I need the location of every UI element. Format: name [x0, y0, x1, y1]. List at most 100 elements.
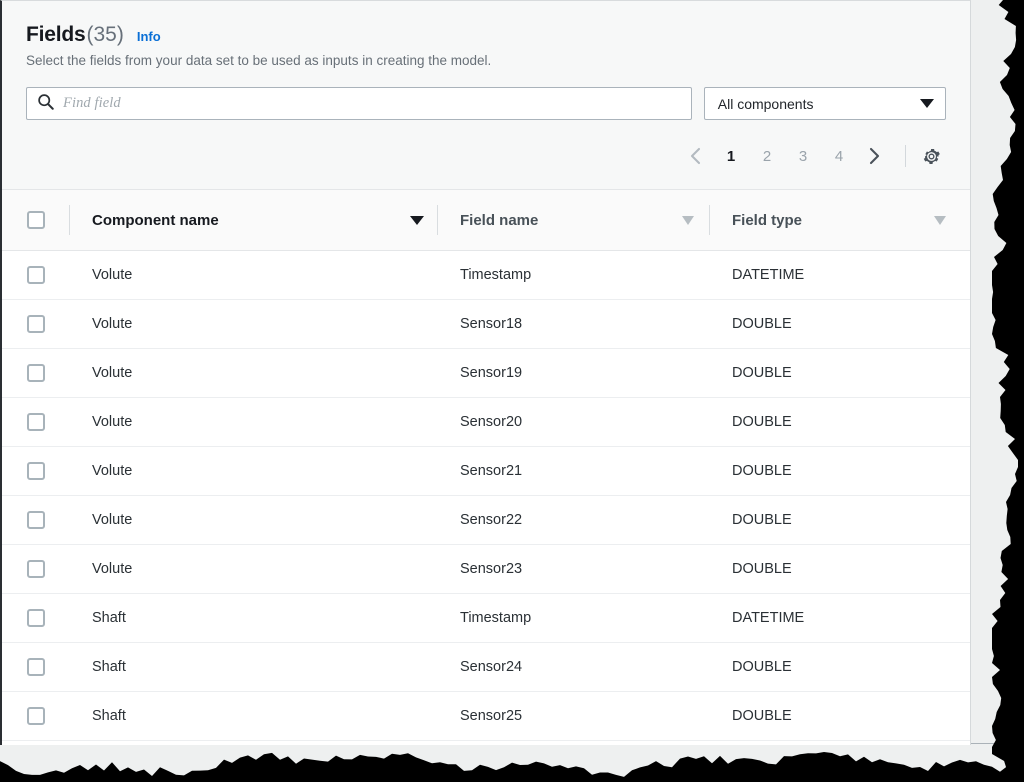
row-select-cell	[2, 707, 70, 725]
search-input-wrapper[interactable]: Find field	[26, 87, 692, 120]
row-select-cell	[2, 658, 70, 676]
component-filter-select[interactable]: All components	[704, 87, 946, 120]
cell-component-name: Volute	[70, 512, 438, 528]
field-type-value: DOUBLE	[732, 316, 792, 332]
screenshot-root: Fields (35) Info Select the fields from …	[0, 0, 1024, 782]
row-checkbox[interactable]	[27, 364, 45, 382]
title-row: Fields (35) Info	[26, 23, 946, 47]
cell-field-type: DOUBLE	[710, 463, 970, 479]
row-checkbox[interactable]	[27, 462, 45, 480]
row-checkbox[interactable]	[27, 413, 45, 431]
table-row[interactable]: Volute Sensor22 DOUBLE	[2, 496, 970, 545]
column-header-field-name[interactable]: Field name	[438, 212, 710, 229]
row-select-cell	[2, 315, 70, 333]
cell-field-name: Sensor22	[438, 512, 710, 528]
row-checkbox[interactable]	[27, 658, 45, 676]
field-name-value: Sensor23	[460, 561, 522, 577]
chevron-left-icon[interactable]	[679, 139, 713, 173]
row-checkbox[interactable]	[27, 266, 45, 284]
row-select-cell	[2, 266, 70, 284]
field-name-value: Sensor22	[460, 512, 522, 528]
fields-table: Component name Field name Field type Vol…	[2, 189, 970, 741]
cell-field-name: Sensor24	[438, 659, 710, 675]
table-row[interactable]: Volute Timestamp DATETIME	[2, 251, 970, 300]
search-input[interactable]: Find field	[63, 95, 121, 112]
row-checkbox[interactable]	[27, 315, 45, 333]
select-all-cell	[2, 211, 70, 229]
component-name-value: Volute	[92, 414, 132, 430]
cell-field-type: DOUBLE	[710, 414, 970, 430]
panel-description: Select the fields from your data set to …	[26, 52, 946, 70]
cell-field-name: Sensor18	[438, 316, 710, 332]
page-button-2[interactable]: 2	[753, 139, 781, 173]
sort-icon[interactable]	[934, 216, 946, 225]
field-type-value: DOUBLE	[732, 463, 792, 479]
search-icon	[37, 93, 54, 115]
component-name-value: Volute	[92, 512, 132, 528]
cell-field-type: DOUBLE	[710, 561, 970, 577]
component-name-value: Shaft	[92, 708, 126, 724]
info-link[interactable]: Info	[137, 29, 161, 44]
table-row[interactable]: VoluteSensor21DOUBLE	[2, 447, 970, 496]
chevron-down-icon	[920, 99, 934, 108]
table-row[interactable]: Shaft Sensor25 DOUBLE	[2, 692, 970, 741]
component-name-value: Volute	[92, 365, 132, 381]
component-filter-value: All components	[718, 96, 814, 112]
field-name-value: Sensor24	[460, 659, 522, 675]
table-row[interactable]: Volute Sensor23 DOUBLE	[2, 545, 970, 594]
chevron-right-icon[interactable]	[857, 139, 891, 173]
row-checkbox[interactable]	[27, 560, 45, 578]
table-row[interactable]: ShaftTimestampDATETIME	[2, 594, 970, 643]
field-type-value: DOUBLE	[732, 708, 792, 724]
component-name-value: Shaft	[92, 610, 126, 626]
cell-field-name: Timestamp	[438, 267, 710, 283]
field-type-value: DATETIME	[732, 610, 804, 626]
table-body: Volute Timestamp DATETIME Volute Sensor18 DOU…	[2, 251, 970, 741]
component-name-value: Volute	[92, 561, 132, 577]
page-margin-right	[970, 0, 1024, 748]
cell-field-type: DOUBLE	[710, 708, 970, 724]
gear-icon[interactable]	[916, 139, 946, 173]
cell-field-type: DOUBLE	[710, 659, 970, 675]
column-header-field-type[interactable]: Field type	[710, 212, 970, 229]
page-button-3[interactable]: 3	[789, 139, 817, 173]
cell-field-type: DOUBLE	[710, 512, 970, 528]
table-row[interactable]: VoluteSensor20DOUBLE	[2, 398, 970, 447]
cell-field-name: Sensor19	[438, 365, 710, 381]
cell-component-name: Volute	[70, 561, 438, 577]
cell-component-name: Volute	[70, 365, 438, 381]
row-select-cell	[2, 511, 70, 529]
field-name-value: Sensor25	[460, 708, 522, 724]
cell-field-name: Sensor23	[438, 561, 710, 577]
field-type-value: DOUBLE	[732, 659, 792, 675]
table-row[interactable]: VoluteSensor18DOUBLE	[2, 300, 970, 349]
table-row[interactable]: Volute Sensor19 DOUBLE	[2, 349, 970, 398]
component-name-value: Volute	[92, 267, 132, 283]
field-name-value: Sensor21	[460, 463, 522, 479]
row-checkbox[interactable]	[27, 707, 45, 725]
sort-descending-icon[interactable]	[410, 216, 424, 225]
page-title: Fields	[26, 23, 85, 47]
field-name-value: Sensor19	[460, 365, 522, 381]
table-row[interactable]: ShaftSensor24DOUBLE	[2, 643, 970, 692]
cell-field-name: Sensor21	[438, 463, 710, 479]
cell-field-type: DOUBLE	[710, 316, 970, 332]
column-header-field-type-label: Field type	[732, 212, 802, 229]
page-button-1[interactable]: 1	[717, 139, 745, 173]
column-header-component-name[interactable]: Component name	[70, 212, 438, 229]
page-button-4[interactable]: 4	[825, 139, 853, 173]
field-name-value: Timestamp	[460, 267, 531, 283]
select-all-checkbox[interactable]	[27, 211, 45, 229]
cell-field-name: Sensor25	[438, 708, 710, 724]
fields-panel: Fields (35) Info Select the fields from …	[0, 0, 971, 745]
row-checkbox[interactable]	[27, 609, 45, 627]
column-header-component-name-label: Component name	[92, 212, 219, 229]
cell-field-type: DATETIME	[710, 610, 970, 626]
sort-icon[interactable]	[682, 216, 694, 225]
field-name-value: Sensor18	[460, 316, 522, 332]
table-header-row: Component name Field name Field type	[2, 189, 970, 251]
field-type-value: DOUBLE	[732, 414, 792, 430]
field-type-value: DATETIME	[732, 267, 804, 283]
row-checkbox[interactable]	[27, 511, 45, 529]
cell-field-type: DOUBLE	[710, 365, 970, 381]
